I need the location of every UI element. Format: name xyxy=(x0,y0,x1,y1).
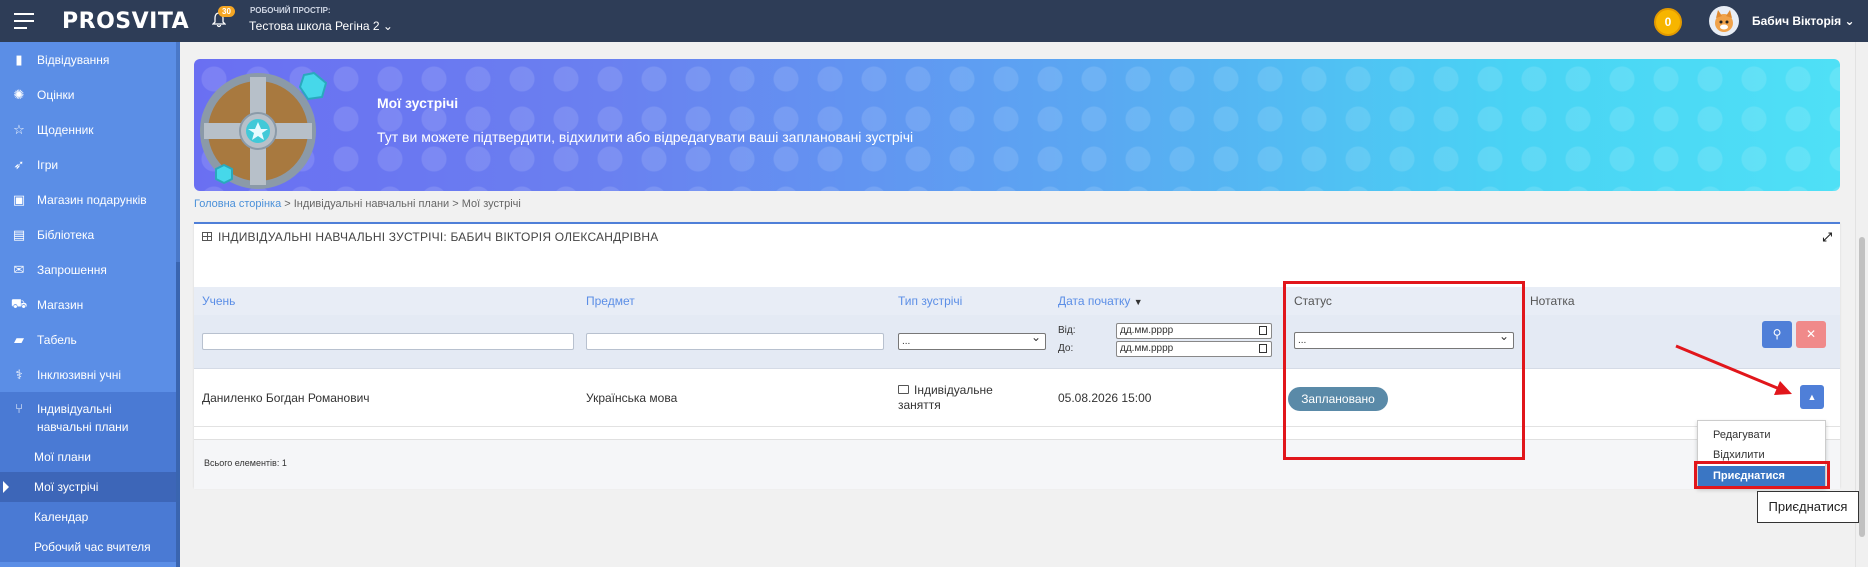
meeting-type-filter-select[interactable]: ... xyxy=(898,330,1046,350)
sun-icon: ✺ xyxy=(13,86,25,102)
tooltip: Приєднатися xyxy=(1757,491,1859,523)
sidebar-item-games[interactable]: ➶ Ігри xyxy=(0,147,176,182)
column-meeting-type[interactable]: Тип зустрічі xyxy=(898,294,962,308)
avatar[interactable] xyxy=(1709,6,1739,36)
table-row: Даниленко Богдан Романович Українська мо… xyxy=(194,369,1840,427)
date-from-label: Від: xyxy=(1058,325,1076,336)
total-count: Всього елементів: 1 xyxy=(204,458,287,468)
sidebar-item-inclusive-students[interactable]: ⚕ Інклюзивні учні xyxy=(0,357,176,392)
column-note: Нотатка xyxy=(1530,294,1575,308)
workspace-selector[interactable]: Тестова школа Регіна 2 ⌄ xyxy=(249,19,393,33)
sort-desc-icon: ▼ xyxy=(1133,297,1143,307)
stethoscope-icon: ⚕ xyxy=(15,366,23,382)
main-content: Мої зустрічі Тут ви можете підтвердити, … xyxy=(180,42,1855,567)
row-actions-button[interactable]: ▲ xyxy=(1800,385,1824,409)
sidebar-subitem-calendar[interactable]: Календар xyxy=(0,502,176,532)
column-student[interactable]: Учень xyxy=(202,294,235,308)
clear-filters-button[interactable]: ✕ xyxy=(1796,321,1826,348)
page-subtitle: Тут ви можете підтвердити, відхилити або… xyxy=(377,129,914,145)
sidebar-subitem-teacher-hours[interactable]: Робочий час вчителя xyxy=(0,532,176,562)
gift-icon: ▣ xyxy=(12,191,26,207)
column-start-date[interactable]: Дата початку ▼ xyxy=(1058,294,1143,308)
calendar-icon[interactable] xyxy=(1259,344,1267,353)
sidebar-item-gift-shop[interactable]: ▣ Магазин подарунків xyxy=(0,182,176,217)
breadcrumb: Головна сторінка > Індивідуальні навчаль… xyxy=(194,198,521,210)
file-icon: ▮ xyxy=(15,51,23,67)
chevron-down-icon: ⌄ xyxy=(1844,14,1855,28)
sidebar-item-shop[interactable]: ⛟ Магазин xyxy=(0,287,176,322)
sidebar-item-invitations[interactable]: ✉ Запрошення xyxy=(0,252,176,287)
date-to-label: До: xyxy=(1058,343,1074,354)
status-highlight-box xyxy=(1283,281,1525,460)
page-title: Мої зустрічі xyxy=(377,95,459,111)
breadcrumb-home-link[interactable]: Головна сторінка xyxy=(194,198,281,210)
sidebar-subitem-my-plans[interactable]: Мої плани xyxy=(0,442,176,472)
breadcrumb-trail: > Індивідуальні навчальні плани > Мої зу… xyxy=(281,198,521,210)
close-icon: ✕ xyxy=(1805,327,1817,341)
top-bar: PROSVITA 30 РОБОЧИЙ ПРОСТІР: Тестова шко… xyxy=(0,0,1868,42)
monitor-icon xyxy=(898,385,909,394)
workspace-label: РОБОЧИЙ ПРОСТІР: xyxy=(250,6,331,15)
folder-icon: ▰ xyxy=(14,331,24,347)
table-header: Учень Предмет Тип зустрічі Дата початку … xyxy=(194,287,1840,315)
logo[interactable]: PROSVITA xyxy=(62,9,189,34)
book-icon: ▤ xyxy=(12,226,26,242)
meetings-panel: ІНДИВІДУАЛЬНІ НАВЧАЛЬНІ ЗУСТРІЧІ: БАБИЧ … xyxy=(194,222,1840,489)
cell-start-date: 05.08.2026 15:00 xyxy=(1058,391,1152,405)
expand-icon[interactable]: ⤢ xyxy=(1822,230,1832,245)
menu-icon[interactable] xyxy=(14,13,34,29)
table-icon xyxy=(202,232,212,241)
join-highlight-box xyxy=(1694,461,1830,489)
chevron-up-icon: ▲ xyxy=(1807,392,1817,402)
calendar-icon[interactable] xyxy=(1259,326,1267,335)
envelope-icon: ✉ xyxy=(13,261,25,277)
subject-filter-input[interactable] xyxy=(586,333,884,350)
page-scrollbar[interactable] xyxy=(1855,42,1868,567)
sidebar-item-individual-plans[interactable]: ⑂ Індивідуальні навчальні плани xyxy=(0,392,176,442)
chevron-down-icon: ⌄ xyxy=(382,19,393,33)
coins-badge: 0 xyxy=(1654,8,1682,36)
cart-icon: ⛟ xyxy=(10,295,28,311)
sidebar-subitem-my-meetings[interactable]: Мої зустрічі xyxy=(0,472,176,502)
column-subject[interactable]: Предмет xyxy=(586,294,635,308)
page-banner: Мої зустрічі Тут ви можете підтвердити, … xyxy=(194,59,1840,191)
cell-meeting-type: Індивідуальне заняття xyxy=(898,383,993,412)
rocket-icon: ➶ xyxy=(13,156,25,172)
panel-title: ІНДИВІДУАЛЬНІ НАВЧАЛЬНІ ЗУСТРІЧІ: БАБИЧ … xyxy=(202,230,658,244)
sidebar-item-attendance[interactable]: ▮ Відвідування xyxy=(0,42,176,77)
sidebar: ▮ Відвідування ✺ Оцінки ☆ Щоденник ➶ Ігри ▣ М… xyxy=(0,42,180,567)
star-icon: ☆ xyxy=(13,121,25,137)
sidebar-item-report-card[interactable]: ▰ Табель xyxy=(0,322,176,357)
branch-icon: ⑂ xyxy=(15,401,23,416)
menu-item-edit[interactable]: Редагувати xyxy=(1698,425,1825,445)
sidebar-item-library[interactable]: ▤ Бібліотека xyxy=(0,217,176,252)
date-from-input[interactable]: дд.мм.рррр xyxy=(1116,323,1272,339)
user-menu[interactable]: Бабич Вікторія ⌄ xyxy=(1752,14,1855,28)
table-footer: Всього елементів: 1 xyxy=(194,439,1840,489)
filter-row: ... Від: До: дд.мм.рррр дд.мм.рррр ... xyxy=(194,315,1840,369)
search-icon: ⚲ xyxy=(1772,327,1782,341)
cell-subject: Українська мова xyxy=(586,391,678,405)
notification-badge: 30 xyxy=(218,6,235,17)
sidebar-item-grades[interactable]: ✺ Оцінки xyxy=(0,77,176,112)
cell-student: Даниленко Богдан Романович xyxy=(202,391,370,405)
arrow-icon xyxy=(1675,344,1792,395)
shield-icon xyxy=(200,71,328,189)
date-to-input[interactable]: дд.мм.рррр xyxy=(1116,341,1272,357)
student-filter-input[interactable] xyxy=(202,333,574,350)
sidebar-item-diary[interactable]: ☆ Щоденник xyxy=(0,112,176,147)
